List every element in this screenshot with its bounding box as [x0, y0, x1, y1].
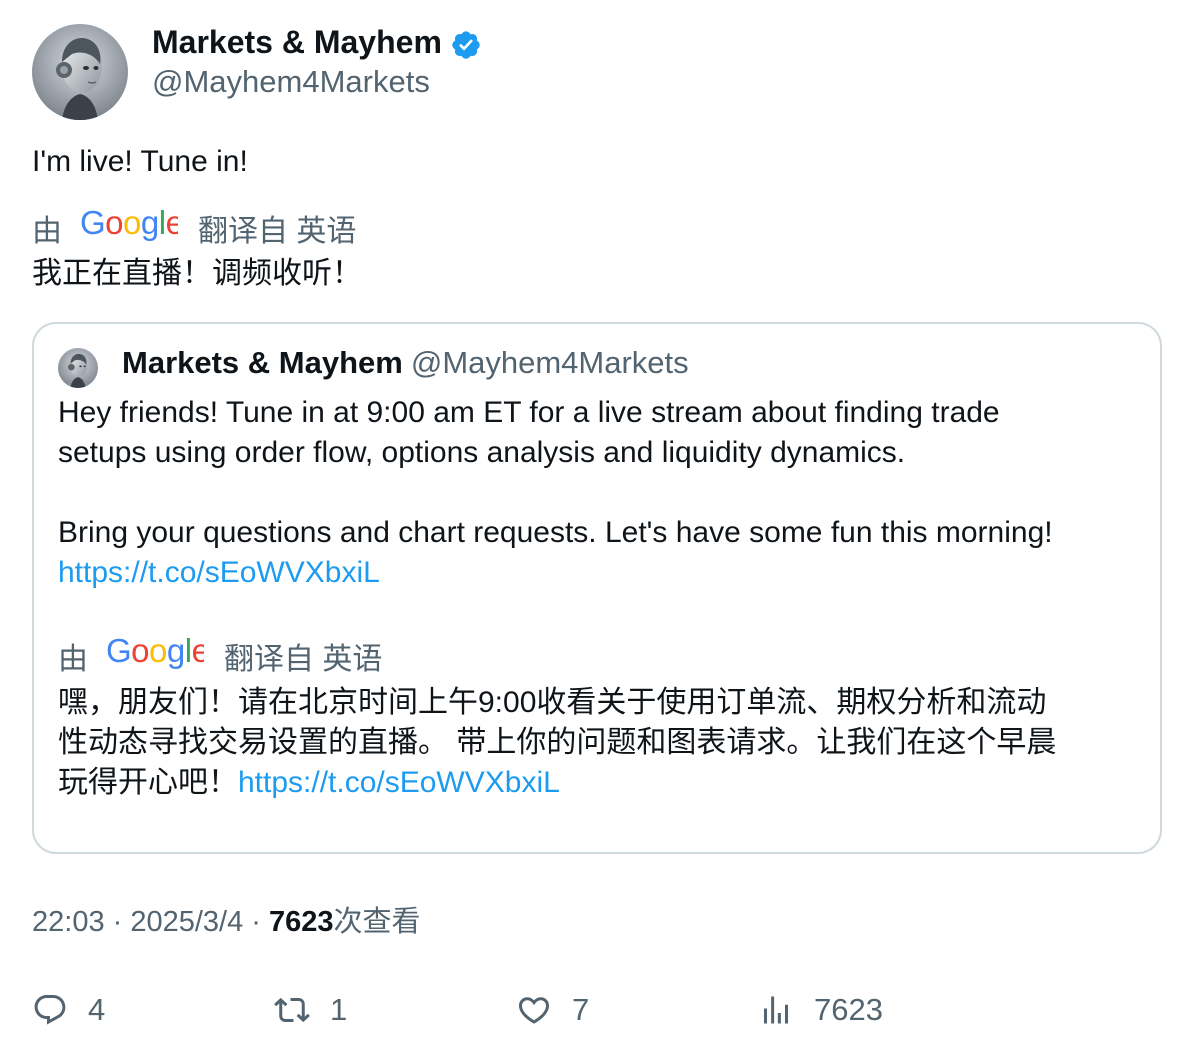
meta-separator: · — [104, 906, 131, 938]
quoted-translation-attribution[interactable]: 由 Google 翻译自 英语 — [58, 632, 383, 678]
tweet-date[interactable]: 2025/3/4 — [130, 906, 243, 938]
quoted-tweet-header: Markets & Mayhem @Mayhem4Markets — [122, 343, 689, 383]
tweet-time[interactable]: 22:03 — [32, 906, 105, 938]
quoted-tweet-link[interactable]: https://t.co/sEoWVXbxiL — [58, 556, 380, 589]
like-count: 7 — [572, 992, 590, 1027]
translation-source-language: 翻译自 英语 — [224, 643, 383, 676]
author-avatar[interactable] — [32, 24, 128, 120]
views-action-count: 7623 — [814, 992, 883, 1027]
reply-count: 4 — [88, 992, 106, 1027]
svg-text:Google: Google — [80, 206, 178, 241]
repost-count: 1 — [330, 992, 348, 1027]
quoted-translated-link[interactable]: https://t.co/sEoWVXbxiL — [238, 766, 560, 799]
quoted-tweet-line: setups using order flow, options analysi… — [58, 436, 906, 469]
like-icon — [518, 997, 550, 1024]
verified-badge-icon — [450, 29, 482, 61]
quoted-author-name: Markets & Mayhem — [122, 345, 403, 380]
like-button[interactable]: 7 — [516, 988, 589, 1032]
reply-icon — [34, 995, 66, 1025]
author-display-name[interactable]: Markets & Mayhem — [152, 22, 442, 62]
quoted-tweet-line: Hey friends! Tune in at 9:00 am ET for a… — [58, 396, 1000, 429]
translation-prefix: 由 — [32, 215, 62, 248]
quoted-tweet-line: Bring your questions and chart requests.… — [58, 516, 1053, 549]
views-icon — [764, 996, 788, 1024]
meta-separator: · — [243, 906, 270, 938]
quoted-translated-line: 性动态寻找交易设置的直播。 带上你的问题和图表请求。让我们在这个早晨 — [58, 726, 1057, 759]
repost-icon — [274, 997, 310, 1023]
quoted-author-handle: @Mayhem4Markets — [410, 345, 689, 380]
google-logo: Google — [80, 204, 184, 250]
views-label: 次查看 — [333, 906, 421, 938]
views-button[interactable]: 7623 — [758, 988, 883, 1032]
translation-attribution[interactable]: 由 Google 翻译自 英语 — [32, 204, 357, 250]
tweet-text: I'm live! Tune in! — [32, 145, 248, 178]
quoted-author-avatar — [58, 348, 98, 388]
google-logo: Google — [106, 632, 210, 678]
quoted-translated-line: 玩得开心吧！ — [58, 766, 238, 799]
translation-source-language: 翻译自 英语 — [198, 215, 357, 248]
quoted-translated-line: 嘿，朋友们！请在北京时间上午9:00收看关于使用订单流、期权分析和流动 — [58, 686, 1047, 719]
views-count: 7623 — [269, 906, 334, 938]
repost-button[interactable]: 1 — [274, 988, 347, 1032]
translated-tweet-text: 我正在直播！调频收听！ — [32, 257, 362, 290]
reply-button[interactable]: 4 — [32, 988, 105, 1032]
translation-prefix: 由 — [58, 643, 88, 676]
author-handle[interactable]: @Mayhem4Markets — [152, 62, 430, 102]
svg-text:Google: Google — [106, 634, 204, 669]
tweet-meta: 22:03 · 2025/3/4 · 7623次查看 — [32, 902, 421, 942]
